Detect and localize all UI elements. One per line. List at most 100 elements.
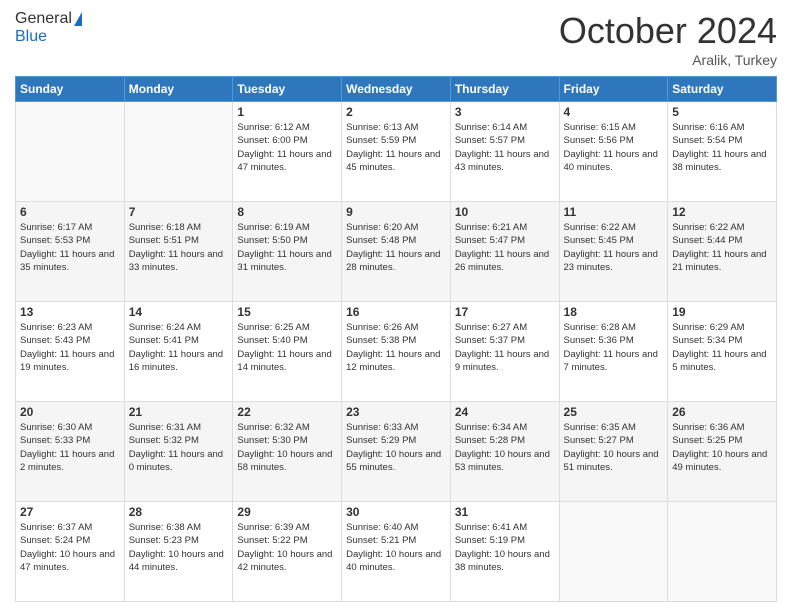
day-info: Sunrise: 6:26 AMSunset: 5:38 PMDaylight:… (346, 321, 446, 374)
day-number: 23 (346, 405, 446, 419)
table-row (124, 102, 233, 202)
day-number: 18 (564, 305, 664, 319)
table-row: 1Sunrise: 6:12 AMSunset: 6:00 PMDaylight… (233, 102, 342, 202)
day-info: Sunrise: 6:22 AMSunset: 5:45 PMDaylight:… (564, 221, 664, 274)
table-row: 12 Sunrise: 6:22 AMSunset: 5:44 PMDayligh… (668, 202, 777, 302)
table-row (559, 502, 668, 602)
calendar-week-row: 6 Sunrise: 6:17 AMSunset: 5:53 PMDaylight… (16, 202, 777, 302)
day-number: 19 (672, 305, 772, 319)
day-number: 31 (455, 505, 555, 519)
calendar-week-row: 1Sunrise: 6:12 AMSunset: 6:00 PMDaylight… (16, 102, 777, 202)
logo-general-text: General (15, 10, 72, 28)
page: General Blue October 2024 Aralik, Turkey… (0, 0, 792, 612)
col-wednesday: Wednesday (342, 77, 451, 102)
day-info: Sunrise: 6:25 AMSunset: 5:40 PMDaylight:… (237, 321, 337, 374)
day-info: Sunrise: 6:14 AMSunset: 5:57 PMDaylight:… (455, 121, 555, 174)
day-info: Sunrise: 6:23 AMSunset: 5:43 PMDaylight:… (20, 321, 120, 374)
calendar-week-row: 27Sunrise: 6:37 AMSunset: 5:24 PMDayligh… (16, 502, 777, 602)
day-info: Sunrise: 6:38 AMSunset: 5:23 PMDaylight:… (129, 521, 229, 574)
col-sunday: Sunday (16, 77, 125, 102)
logo-blue-text: Blue (15, 28, 47, 45)
day-number: 9 (346, 205, 446, 219)
table-row: 30 Sunrise: 6:40 AMSunset: 5:21 PMDayligh… (342, 502, 451, 602)
calendar-title: October 2024 (559, 10, 777, 52)
table-row: 31 Sunrise: 6:41 AMSunset: 5:19 PMDayligh… (450, 502, 559, 602)
table-row: 6 Sunrise: 6:17 AMSunset: 5:53 PMDaylight… (16, 202, 125, 302)
table-row: 13 Sunrise: 6:23 AMSunset: 5:43 PMDayligh… (16, 302, 125, 402)
day-number: 17 (455, 305, 555, 319)
table-row: 3Sunrise: 6:14 AMSunset: 5:57 PMDaylight… (450, 102, 559, 202)
day-number: 26 (672, 405, 772, 419)
calendar-location: Aralik, Turkey (559, 52, 777, 68)
day-info: Sunrise: 6:31 AMSunset: 5:32 PMDaylight:… (129, 421, 229, 474)
day-info: Sunrise: 6:34 AMSunset: 5:28 PMDaylight:… (455, 421, 555, 474)
table-row: 18 Sunrise: 6:28 AMSunset: 5:36 PMDayligh… (559, 302, 668, 402)
day-number: 30 (346, 505, 446, 519)
table-row: 23 Sunrise: 6:33 AMSunset: 5:29 PMDayligh… (342, 402, 451, 502)
header: General Blue October 2024 Aralik, Turkey (15, 10, 777, 68)
day-number: 7 (129, 205, 229, 219)
table-row: 17 Sunrise: 6:27 AMSunset: 5:37 PMDayligh… (450, 302, 559, 402)
day-info: Sunrise: 6:21 AMSunset: 5:47 PMDaylight:… (455, 221, 555, 274)
table-row: 25Sunrise: 6:35 AMSunset: 5:27 PMDayligh… (559, 402, 668, 502)
day-info: Sunrise: 6:39 AMSunset: 5:22 PMDaylight:… (237, 521, 337, 574)
table-row: 15 Sunrise: 6:25 AMSunset: 5:40 PMDayligh… (233, 302, 342, 402)
day-info: Sunrise: 6:15 AMSunset: 5:56 PMDaylight:… (564, 121, 664, 174)
day-info: Sunrise: 6:41 AMSunset: 5:19 PMDaylight:… (455, 521, 555, 574)
day-info: Sunrise: 6:13 AMSunset: 5:59 PMDaylight:… (346, 121, 446, 174)
day-info: Sunrise: 6:17 AMSunset: 5:53 PMDaylight:… (20, 221, 120, 274)
day-number: 20 (20, 405, 120, 419)
table-row: 19 Sunrise: 6:29 AMSunset: 5:34 PMDayligh… (668, 302, 777, 402)
table-row: 22 Sunrise: 6:32 AMSunset: 5:30 PMDayligh… (233, 402, 342, 502)
title-block: October 2024 Aralik, Turkey (559, 10, 777, 68)
table-row: 26 Sunrise: 6:36 AMSunset: 5:25 PMDayligh… (668, 402, 777, 502)
day-number: 29 (237, 505, 337, 519)
col-saturday: Saturday (668, 77, 777, 102)
day-number: 14 (129, 305, 229, 319)
day-number: 22 (237, 405, 337, 419)
table-row: 9Sunrise: 6:20 AMSunset: 5:48 PMDaylight… (342, 202, 451, 302)
day-number: 8 (237, 205, 337, 219)
day-number: 6 (20, 205, 120, 219)
calendar-week-row: 13 Sunrise: 6:23 AMSunset: 5:43 PMDayligh… (16, 302, 777, 402)
day-number: 2 (346, 105, 446, 119)
table-row: 8 Sunrise: 6:19 AMSunset: 5:50 PMDaylight… (233, 202, 342, 302)
col-tuesday: Tuesday (233, 77, 342, 102)
day-info: Sunrise: 6:36 AMSunset: 5:25 PMDaylight:… (672, 421, 772, 474)
table-row: 2 Sunrise: 6:13 AMSunset: 5:59 PMDaylight… (342, 102, 451, 202)
day-number: 15 (237, 305, 337, 319)
table-row (668, 502, 777, 602)
table-row: 10Sunrise: 6:21 AMSunset: 5:47 PMDayligh… (450, 202, 559, 302)
day-number: 11 (564, 205, 664, 219)
day-info: Sunrise: 6:28 AMSunset: 5:36 PMDaylight:… (564, 321, 664, 374)
day-info: Sunrise: 6:35 AMSunset: 5:27 PMDaylight:… (564, 421, 664, 474)
day-info: Sunrise: 6:29 AMSunset: 5:34 PMDaylight:… (672, 321, 772, 374)
day-number: 4 (564, 105, 664, 119)
day-number: 16 (346, 305, 446, 319)
day-number: 28 (129, 505, 229, 519)
day-info: Sunrise: 6:19 AMSunset: 5:50 PMDaylight:… (237, 221, 337, 274)
day-info: Sunrise: 6:24 AMSunset: 5:41 PMDaylight:… (129, 321, 229, 374)
day-info: Sunrise: 6:33 AMSunset: 5:29 PMDaylight:… (346, 421, 446, 474)
logo: General Blue (15, 10, 82, 46)
day-number: 12 (672, 205, 772, 219)
col-thursday: Thursday (450, 77, 559, 102)
day-info: Sunrise: 6:22 AMSunset: 5:44 PMDaylight:… (672, 221, 772, 274)
day-info: Sunrise: 6:27 AMSunset: 5:37 PMDaylight:… (455, 321, 555, 374)
day-number: 5 (672, 105, 772, 119)
day-info: Sunrise: 6:32 AMSunset: 5:30 PMDaylight:… (237, 421, 337, 474)
calendar-header-row: Sunday Monday Tuesday Wednesday Thursday… (16, 77, 777, 102)
day-info: Sunrise: 6:18 AMSunset: 5:51 PMDaylight:… (129, 221, 229, 274)
calendar-table: Sunday Monday Tuesday Wednesday Thursday… (15, 76, 777, 602)
table-row: 27Sunrise: 6:37 AMSunset: 5:24 PMDayligh… (16, 502, 125, 602)
day-number: 13 (20, 305, 120, 319)
table-row: 28 Sunrise: 6:38 AMSunset: 5:23 PMDayligh… (124, 502, 233, 602)
day-info: Sunrise: 6:12 AMSunset: 6:00 PMDaylight:… (237, 121, 337, 174)
table-row: 11 Sunrise: 6:22 AMSunset: 5:45 PMDayligh… (559, 202, 668, 302)
day-info: Sunrise: 6:40 AMSunset: 5:21 PMDaylight:… (346, 521, 446, 574)
table-row: 21Sunrise: 6:31 AMSunset: 5:32 PMDayligh… (124, 402, 233, 502)
day-info: Sunrise: 6:37 AMSunset: 5:24 PMDaylight:… (20, 521, 120, 574)
table-row (16, 102, 125, 202)
table-row: 16 Sunrise: 6:26 AMSunset: 5:38 PMDayligh… (342, 302, 451, 402)
col-monday: Monday (124, 77, 233, 102)
